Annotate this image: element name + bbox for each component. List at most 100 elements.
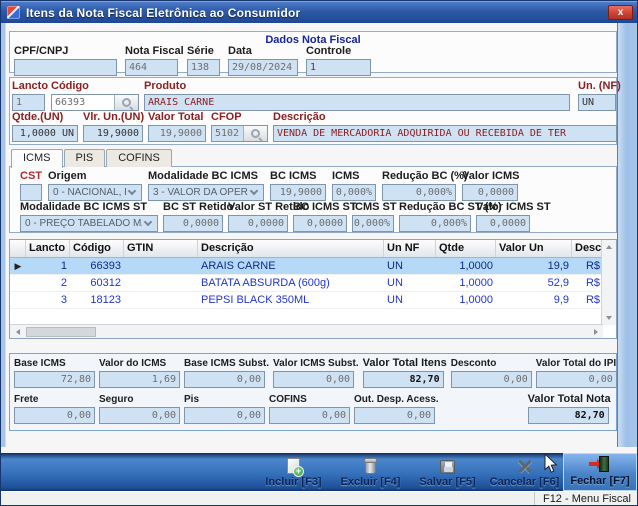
valor-st-retido-field[interactable]: 0,0000: [228, 215, 288, 232]
window-border-left: [1, 23, 6, 447]
icms-tab-panel: CST Origem 0 - NACIONAL, EXCETO Modalida…: [9, 166, 617, 233]
lancto-field[interactable]: 1: [12, 94, 45, 111]
cell-descricao: ARAIS CARNE: [201, 260, 276, 272]
grid-header-descricao[interactable]: Descrição: [198, 240, 384, 257]
reducao-bc-st-label: Redução BC ST (%): [399, 201, 502, 213]
origem-select[interactable]: 0 - NACIONAL, EXCETO: [48, 184, 142, 201]
cpf-cnpj-label: CPF/CNPJ: [14, 45, 69, 57]
incluir-button[interactable]: + Incluir [F3]: [255, 453, 332, 491]
bc-icms-st-field[interactable]: 0,0000: [293, 215, 347, 232]
icms-field[interactable]: 0,000%: [332, 184, 376, 201]
valor-total-label: Valor Total: [148, 111, 204, 123]
red-arrow-icon: [589, 459, 603, 469]
produto-field[interactable]: ARAIS CARNE: [144, 94, 570, 111]
tab-icms[interactable]: ICMS: [11, 149, 63, 168]
salvar-button[interactable]: Salvar [F5]: [409, 453, 486, 491]
scroll-right-button[interactable]: [588, 325, 603, 339]
codigo-label: Código: [51, 80, 89, 92]
dados-nota-fiscal-panel: Dados Nota Fiscal CPF/CNPJ Nota Fiscal 4…: [9, 31, 617, 76]
grid-header-codigo[interactable]: Código: [70, 240, 124, 257]
horizontal-scrollbar[interactable]: [10, 324, 603, 338]
tab-cofins[interactable]: COFINS: [106, 149, 172, 167]
scroll-down-button[interactable]: [602, 311, 617, 325]
modalidade-bc-icms-select[interactable]: 3 - VALOR DA OPERAÇÃO: [148, 184, 264, 201]
un-nf-field[interactable]: UN: [578, 94, 616, 111]
app-window: Itens da Nota Fiscal Eletrônica ao Consu…: [0, 0, 638, 506]
icms-label: ICMS: [332, 170, 360, 182]
seguro-field[interactable]: 0,00: [99, 407, 180, 424]
icms-st-label: ICMS ST: [352, 201, 397, 213]
valor-total-ipi-field[interactable]: 0,00: [535, 371, 617, 388]
grid-header-qtde[interactable]: Qtde: [436, 240, 496, 257]
grid-row-1[interactable]: ▶ 1 66393 ARAIS CARNE UN 1,0000 19,9 R$: [10, 258, 616, 275]
valor-do-icms-field[interactable]: 1,69: [99, 371, 180, 388]
lancto-label: Lancto: [12, 80, 49, 92]
modalidade-bc-icms-st-value: 0 - PREÇO TABELADO MÁXIMO: [25, 218, 142, 229]
grid-header-lancto[interactable]: Lancto: [26, 240, 70, 257]
frete-field[interactable]: 0,00: [14, 407, 95, 424]
reducao-bc-field[interactable]: 0,000%: [382, 184, 456, 201]
excluir-button[interactable]: Excluir [F4]: [332, 453, 409, 491]
add-document-icon: +: [287, 458, 304, 477]
icms-st-field[interactable]: 0,000%: [352, 215, 394, 232]
bc-st-retido-field[interactable]: 0,0000: [163, 215, 223, 232]
valor-total-itens-field[interactable]: 82,70: [362, 371, 444, 388]
nota-fiscal-label: Nota Fiscal: [125, 45, 184, 57]
controle-field[interactable]: 1: [306, 59, 371, 76]
grid-header-desconto[interactable]: Descon: [572, 240, 603, 257]
cfop-search-button[interactable]: [243, 126, 267, 141]
tab-pis[interactable]: PIS: [63, 149, 106, 167]
bc-icms-field[interactable]: 19,9000: [270, 184, 326, 201]
cell-un-nf: UN: [387, 277, 403, 289]
codigo-search-button[interactable]: [114, 95, 138, 110]
valor-total-nota-label: Valor Total Nota: [527, 393, 611, 405]
trash-icon: [364, 458, 377, 474]
scroll-up-button[interactable]: [602, 240, 617, 254]
cpf-cnpj-field[interactable]: [14, 59, 117, 76]
status-message: F12 - Menu Fiscal: [533, 492, 637, 505]
fechar-button[interactable]: Fechar [F7]: [563, 453, 637, 491]
reducao-bc-st-field[interactable]: 0,000%: [399, 215, 471, 232]
cst-label: CST: [20, 170, 42, 182]
grid-header-valor-un[interactable]: Valor Un: [496, 240, 572, 257]
cell-un-nf: UN: [387, 294, 403, 306]
cfop-field[interactable]: 5102: [211, 125, 268, 142]
desconto-field[interactable]: 0,00: [450, 371, 532, 388]
valor-icms-subst-label: Valor ICMS Subst.: [273, 358, 359, 369]
incluir-label: Incluir [F3]: [265, 476, 322, 488]
close-button[interactable]: x: [608, 5, 633, 20]
cofins-field[interactable]: 0,00: [269, 407, 350, 424]
cofins-label: COFINS: [269, 394, 307, 405]
base-icms-label: Base ICMS: [14, 358, 66, 369]
nota-fiscal-field[interactable]: 464: [125, 59, 178, 76]
base-icms-subst-field[interactable]: 0,00: [184, 371, 265, 388]
valor-total-field[interactable]: 19,9000: [148, 125, 206, 142]
vlr-un-field[interactable]: 19,9000: [83, 125, 143, 142]
valor-icms-subst-field[interactable]: 0,00: [273, 371, 355, 388]
valor-total-nota-field[interactable]: 82,70: [527, 407, 609, 424]
serie-field[interactable]: 138: [187, 59, 220, 76]
grid-row-3[interactable]: 3 18123 PEPSI BLACK 350ML UN 1,0000 9,9 …: [10, 292, 616, 309]
out-desp-acess-field[interactable]: 0,00: [354, 407, 435, 424]
codigo-field[interactable]: 66393: [51, 94, 139, 111]
descricao-label: Descrição: [273, 111, 326, 123]
grid-header-un-nf[interactable]: Un NF: [384, 240, 436, 257]
valor-icms-st-field[interactable]: 0,0000: [476, 215, 530, 232]
base-icms-field[interactable]: 72,80: [14, 371, 95, 388]
pis-field[interactable]: 0,00: [184, 407, 265, 424]
modalidade-bc-icms-st-select[interactable]: 0 - PREÇO TABELADO MÁXIMO: [20, 215, 158, 232]
descricao-field[interactable]: VENDA DE MERCADORIA ADQUIRIDA OU RECEBID…: [273, 125, 617, 142]
vertical-scrollbar[interactable]: [601, 240, 616, 325]
items-grid: Lancto Código GTIN Descrição Un NF Qtde …: [9, 239, 617, 339]
data-field[interactable]: 29/08/2024: [228, 59, 298, 76]
grid-header-gtin[interactable]: GTIN: [124, 240, 198, 257]
cst-field[interactable]: [20, 184, 42, 201]
vlr-un-label: Vlr. Un.(UN): [83, 111, 145, 123]
grid-row-2[interactable]: 2 60312 BATATA ABSURDA (600g) UN 1,0000 …: [10, 275, 616, 292]
qtde-field[interactable]: 1,0000 UN: [12, 125, 78, 142]
arrow-down-icon: [606, 316, 612, 320]
window-body: Dados Nota Fiscal CPF/CNPJ Nota Fiscal 4…: [1, 23, 637, 453]
scroll-left-button[interactable]: [10, 325, 25, 339]
valor-icms-field[interactable]: 0,0000: [462, 184, 518, 201]
scrollbar-thumb[interactable]: [26, 326, 96, 337]
